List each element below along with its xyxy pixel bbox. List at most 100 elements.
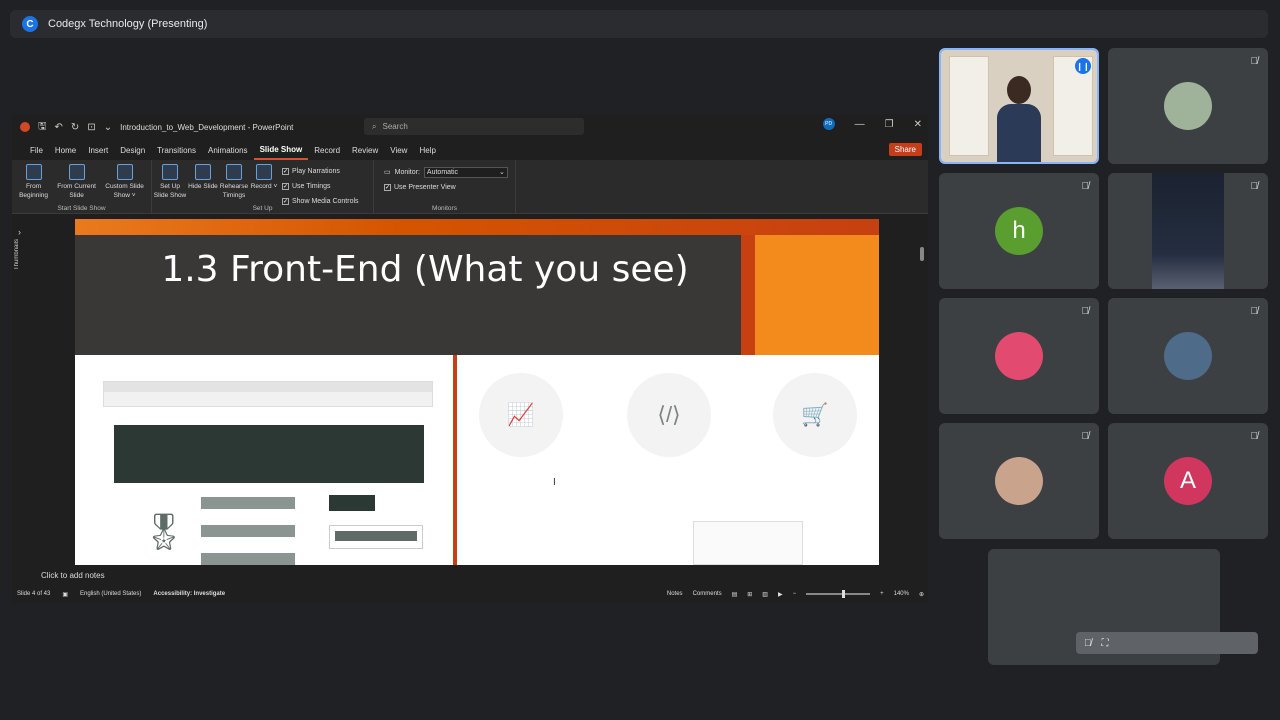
close-icon[interactable]: ✕: [914, 119, 922, 130]
save-icon[interactable]: 🖫: [38, 119, 47, 136]
participant-tile[interactable]: 🎙̸: [1108, 298, 1268, 414]
custom-show-icon: [116, 164, 133, 180]
slide-left-panel: 🎖: [75, 355, 453, 565]
rehearse-button[interactable]: Rehearse Timings: [218, 164, 250, 200]
slide-sorter-icon[interactable]: ⊞: [747, 591, 752, 598]
mic-off-icon: 🎙̸: [1081, 181, 1090, 192]
account-avatar[interactable]: PD: [822, 118, 835, 130]
tab-slide-show[interactable]: Slide Show: [253, 140, 309, 160]
presenter-view-label: Use Presenter View: [394, 184, 456, 191]
from-beginning-button[interactable]: From Beginning: [12, 164, 55, 200]
slide-right-panel: 📈 ⟨/⟩ 🛒 I: [457, 355, 879, 565]
setup-checkboxes: ✓ Play Narrations ✓ Use Timings ✓ Show Medi…: [282, 164, 359, 209]
participant-tile-speaker[interactable]: ❙❙: [939, 48, 1099, 164]
comments-button[interactable]: Comments: [693, 591, 722, 597]
zoom-slider[interactable]: [806, 590, 871, 598]
setup-show-button[interactable]: Set Up Slide Show: [152, 164, 188, 200]
tab-help[interactable]: Help: [413, 140, 441, 160]
tab-file[interactable]: File: [24, 140, 49, 160]
cart-icon: 🛒: [801, 402, 829, 427]
tab-insert[interactable]: Insert: [82, 140, 114, 160]
restore-icon[interactable]: ❐: [885, 119, 894, 130]
zoom-out-icon[interactable]: −: [793, 591, 797, 597]
monitor-select[interactable]: Automatic ⌄: [423, 166, 508, 178]
participant-tile[interactable]: 🎙̸: [939, 298, 1099, 414]
search-box[interactable]: ⌕ Search: [364, 118, 584, 135]
mic-off-icon: 🎙̸: [1250, 56, 1259, 67]
tab-transitions[interactable]: Transitions: [151, 140, 202, 160]
mic-off-icon: 🎙̸: [1081, 431, 1090, 442]
participant-tile[interactable]: 🎙̸: [939, 423, 1099, 539]
tab-record[interactable]: Record: [308, 140, 346, 160]
ribbon-tabs: File Home Insert Design Transitions Anim…: [12, 140, 928, 160]
scrollbar-thumb[interactable]: [920, 247, 924, 261]
tab-view[interactable]: View: [384, 140, 413, 160]
language-label[interactable]: English (United States): [80, 591, 141, 597]
zoom-level[interactable]: 140%: [894, 591, 909, 597]
minimize-icon[interactable]: —: [855, 119, 865, 130]
browser-mockup: [103, 381, 433, 407]
expand-thumbnails-icon[interactable]: ›: [18, 227, 21, 237]
hide-slide-button[interactable]: Hide Slide: [188, 164, 218, 191]
fit-slide-icon[interactable]: ⊕: [919, 591, 924, 598]
notes-button[interactable]: Notes: [667, 591, 683, 597]
participant-tile[interactable]: 🎙̸ h: [939, 173, 1099, 289]
tab-home[interactable]: Home: [49, 140, 82, 160]
record-icon: [256, 164, 272, 180]
redo-icon[interactable]: ↻: [71, 122, 79, 133]
reading-view-icon[interactable]: ▥: [762, 591, 768, 598]
meeting-title-bar: C Codegx Technology (Presenting): [10, 10, 1268, 38]
play-narrations-label: Play Narrations: [292, 168, 340, 175]
slide-title: 1.3 Front-End (What you see): [161, 249, 689, 290]
group-label-setup: Set Up: [252, 205, 273, 212]
customize-toolbar-icon[interactable]: ⌄: [104, 122, 112, 133]
custom-show-button[interactable]: Custom Slide Show ˅: [98, 164, 151, 200]
monitor-row: ▭ Monitor: Automatic ⌄: [384, 164, 508, 180]
share-button[interactable]: Share: [888, 143, 922, 156]
camera-off-icon[interactable]: ⛶: [1102, 638, 1109, 649]
document-title: Introduction_to_Web_Development - PowerP…: [120, 122, 294, 132]
group-label-start: Start Slide Show: [57, 205, 106, 212]
thumbnails-label[interactable]: Thumbnails: [14, 239, 32, 270]
mic-off-icon[interactable]: 🎙̸: [1084, 638, 1092, 649]
normal-view-icon[interactable]: ▤: [732, 591, 738, 598]
notes-pane[interactable]: Click to add notes: [12, 566, 928, 584]
ribbon: From Beginning From Current Slide Custom…: [12, 160, 928, 214]
use-timings-label: Use Timings: [292, 183, 331, 190]
presenter-view-checkbox[interactable]: ✓ Use Presenter View: [384, 180, 456, 195]
slideshow-view-icon[interactable]: ▶: [778, 591, 783, 598]
participant-tile[interactable]: 🎙̸: [1108, 48, 1268, 164]
participant-tile[interactable]: 🎙̸ A: [1108, 423, 1268, 539]
group-start-slide-show: From Beginning From Current Slide Custom…: [12, 160, 152, 214]
presenter-avatar: C: [22, 16, 38, 32]
tab-design[interactable]: Design: [114, 140, 151, 160]
from-beginning-icon: [25, 164, 42, 180]
hero-block-mockup: [114, 425, 424, 483]
undo-icon[interactable]: ↶: [55, 122, 63, 133]
vertical-scrollbar[interactable]: [918, 219, 926, 559]
chevron-down-icon: ⌄: [499, 169, 505, 176]
use-timings-checkbox[interactable]: ✓ Use Timings: [282, 179, 359, 194]
from-current-button[interactable]: From Current Slide: [55, 164, 98, 200]
present-icon[interactable]: ⊡: [87, 122, 95, 133]
rehearse-icon: [226, 164, 242, 180]
setup-show-icon: [162, 164, 178, 180]
tab-animations[interactable]: Animations: [202, 140, 254, 160]
record-button[interactable]: Record ˅: [250, 164, 278, 191]
input-fill-mockup: [335, 531, 417, 541]
mic-off-icon: 🎙̸: [1250, 306, 1259, 317]
input-mockup: [329, 525, 423, 549]
slide-count: Slide 4 of 43: [17, 591, 51, 597]
participant-avatar-photo: [1164, 332, 1212, 380]
slide-top-band: [75, 219, 879, 235]
current-slide[interactable]: 1.3 Front-End (What you see) 🎖 📈 ⟨/⟩ 🛒 I: [75, 219, 879, 565]
powerpoint-logo-icon: [20, 122, 30, 132]
zoom-in-icon[interactable]: +: [880, 591, 884, 597]
spellcheck-icon[interactable]: ▣: [62, 591, 68, 598]
slide-work-area: › Thumbnails 1.3 Front-End (What you see…: [12, 219, 928, 565]
tab-review[interactable]: Review: [346, 140, 384, 160]
play-narrations-checkbox[interactable]: ✓ Play Narrations: [282, 164, 359, 179]
participant-tile[interactable]: 🎙̸: [1108, 173, 1268, 289]
monitor-icon: ▭: [384, 169, 391, 176]
accessibility-label[interactable]: Accessibility: Investigate: [153, 591, 225, 597]
